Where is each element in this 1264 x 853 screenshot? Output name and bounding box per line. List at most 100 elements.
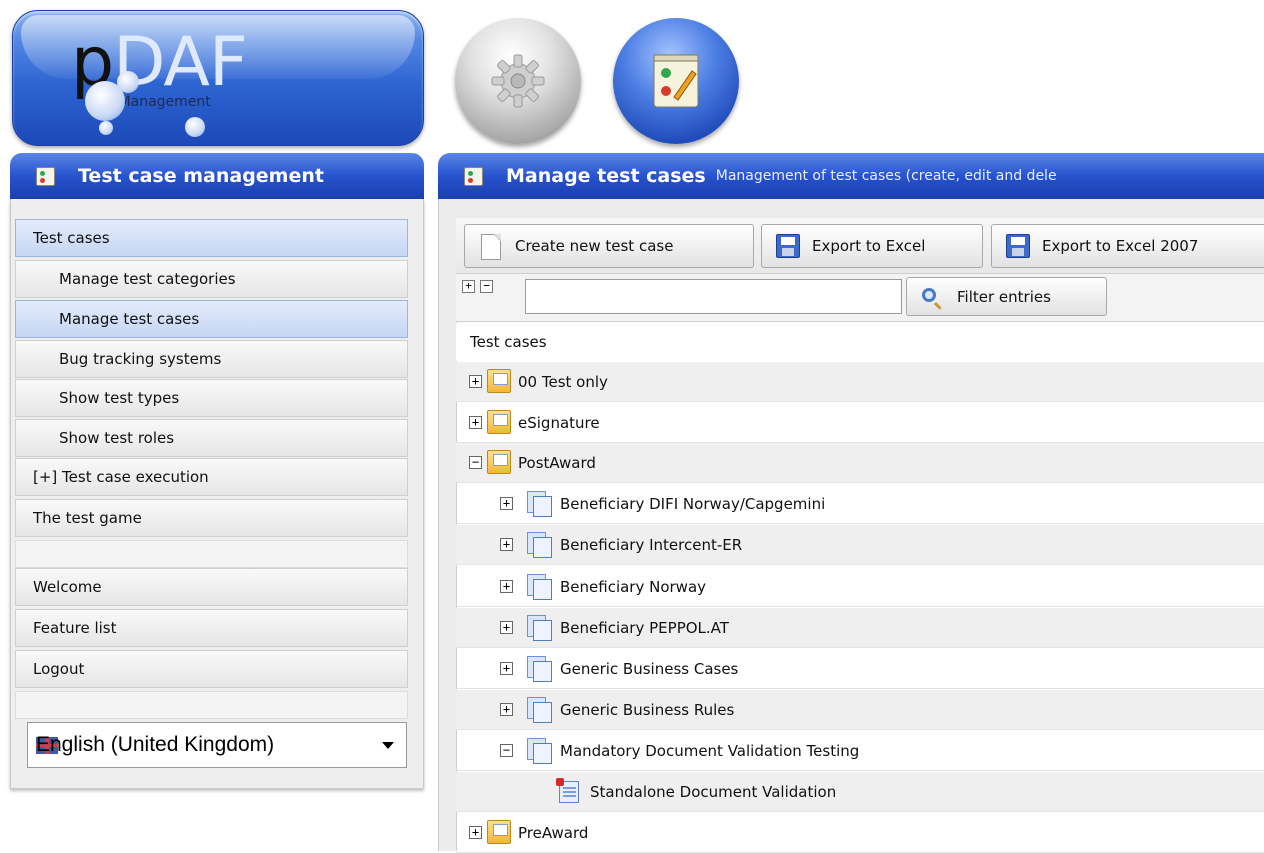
tree-row-standalone-document-validation[interactable]: Standalone Document Validation — [456, 772, 1264, 812]
tree-row-label: Beneficiary PEPPOL.AT — [560, 618, 729, 637]
filter-input[interactable] — [525, 279, 902, 314]
sidebar-item-welcome[interactable]: Welcome — [15, 568, 408, 606]
logo-bubble — [99, 121, 113, 135]
tree-row-beneficiary-norway[interactable]: + Beneficiary Norway — [456, 567, 1264, 607]
checklist-icon — [464, 167, 483, 186]
filter-entries-button[interactable]: Filter entries — [906, 277, 1107, 316]
tree-row-generic-business-cases[interactable]: + Generic Business Cases — [456, 649, 1264, 689]
sidebar-header: Test case management — [10, 153, 424, 199]
expand-icon[interactable]: + — [500, 621, 513, 634]
tree-row-beneficiary-difi[interactable]: + Beneficiary DIFI Norway/Capgemini — [456, 484, 1264, 524]
tree-row-label: PreAward — [518, 823, 589, 842]
tree-row-esignature[interactable]: + eSignature — [456, 403, 1264, 443]
sidebar-item-label: Feature list — [33, 619, 117, 637]
sidebar-item-label: Test cases — [33, 229, 110, 247]
gear-icon — [491, 54, 545, 108]
test-group-icon — [527, 491, 552, 517]
tree-row-label: Generic Business Cases — [560, 659, 739, 678]
sidebar-item-label: [+] Test case execution — [33, 468, 209, 486]
tree-row-label: Mandatory Document Validation Testing — [560, 741, 860, 760]
new-document-icon — [481, 234, 501, 260]
expand-all-button[interactable]: + — [462, 280, 475, 293]
create-test-case-label: Create new test case — [515, 237, 674, 255]
main-header: Manage test cases Management of test cas… — [438, 153, 1264, 199]
tree-column-header: Test cases — [456, 323, 1264, 361]
collapse-all-button[interactable]: − — [480, 280, 493, 293]
sidebar-title: Test case management — [78, 165, 324, 187]
sidebar-item-manage-test-cases[interactable]: Manage test cases — [15, 300, 408, 338]
filter-entries-label: Filter entries — [957, 287, 1051, 306]
sidebar-item-label: Welcome — [33, 578, 102, 596]
expand-icon[interactable]: + — [500, 580, 513, 593]
sidebar-item-manage-test-categories[interactable]: Manage test categories — [15, 260, 408, 298]
sidebar-spacer — [15, 540, 408, 568]
expand-icon[interactable]: + — [469, 375, 482, 388]
expand-icon[interactable]: + — [500, 538, 513, 551]
expand-icon[interactable]: + — [500, 662, 513, 675]
sidebar-spacer — [15, 691, 408, 719]
sidebar-item-label: Bug tracking systems — [59, 350, 222, 368]
expand-icon[interactable]: + — [500, 703, 513, 716]
create-test-case-button[interactable]: Create new test case — [464, 224, 754, 268]
logo-bubble — [117, 71, 139, 93]
tree-row-mandatory-document-validation[interactable]: − Mandatory Document Validation Testing — [456, 731, 1264, 771]
folder-icon — [487, 369, 511, 393]
chevron-down-icon — [382, 742, 394, 749]
test-group-icon — [527, 738, 552, 764]
test-group-icon — [527, 615, 552, 641]
tree-row-label: Generic Business Rules — [560, 700, 735, 719]
tree-row-beneficiary-intercent[interactable]: + Beneficiary Intercent-ER — [456, 525, 1264, 565]
tree-row-label: Beneficiary Norway — [560, 577, 707, 596]
search-icon — [922, 288, 936, 302]
expand-icon[interactable]: + — [469, 416, 482, 429]
collapse-icon[interactable]: − — [500, 744, 513, 757]
sidebar-item-label: The test game — [33, 509, 142, 527]
sidebar-item-bug-tracking-systems[interactable]: Bug tracking systems — [15, 340, 408, 378]
tree-row-postaward[interactable]: − PostAward — [456, 443, 1264, 483]
sidebar-item-label: Manage test categories — [59, 270, 236, 288]
tree-row-label: 00 Test only — [518, 372, 608, 391]
sidebar-item-label: Manage test cases — [59, 310, 200, 328]
sidebar-item-show-test-roles[interactable]: Show test roles — [15, 419, 408, 457]
test-group-icon — [527, 656, 552, 682]
expand-icon[interactable]: + — [469, 826, 482, 839]
collapse-icon[interactable]: − — [469, 456, 482, 469]
sidebar-item-show-test-types[interactable]: Show test types — [15, 379, 408, 417]
sidebar-item-test-case-execution[interactable]: [+] Test case execution — [15, 458, 408, 496]
tree-row-label: PostAward — [518, 453, 596, 472]
expand-icon[interactable]: + — [500, 497, 513, 510]
export-excel-2007-label: Export to Excel 2007 — [1042, 237, 1199, 255]
page-title: Manage test cases — [506, 165, 706, 187]
sidebar-item-label: Show test roles — [59, 429, 175, 447]
test-management-button[interactable] — [613, 18, 739, 144]
folder-icon — [487, 410, 511, 434]
test-group-icon — [527, 574, 552, 600]
checklist-icon — [36, 167, 55, 186]
tree-row-label: Standalone Document Validation — [590, 782, 837, 801]
sidebar-item-test-cases[interactable]: Test cases — [15, 219, 408, 257]
page-subtitle: Management of test cases (create, edit a… — [715, 168, 1057, 184]
export-excel-2007-button[interactable]: Export to Excel 2007 — [991, 224, 1264, 268]
checklist-icon — [653, 54, 699, 108]
save-icon — [1006, 234, 1030, 258]
test-group-icon — [527, 697, 552, 723]
folder-icon — [487, 820, 511, 844]
sidebar-item-test-game[interactable]: The test game — [15, 499, 408, 537]
language-selected: English (United Kingdom) — [36, 733, 275, 756]
folder-icon — [487, 450, 511, 474]
tree-row-label: Beneficiary DIFI Norway/Capgemini — [560, 494, 826, 513]
export-excel-label: Export to Excel — [812, 237, 926, 255]
save-icon — [776, 234, 800, 258]
tree-row-preaward[interactable]: + PreAward — [456, 813, 1264, 853]
sidebar-item-feature-list[interactable]: Feature list — [15, 609, 408, 647]
export-excel-button[interactable]: Export to Excel — [761, 224, 983, 268]
tree-row-00-test-only[interactable]: + 00 Test only — [456, 362, 1264, 402]
sidebar-item-logout[interactable]: Logout — [15, 650, 408, 688]
tree-row-label: eSignature — [518, 413, 600, 432]
app-logo: pDAF TestManagement — [12, 10, 424, 146]
tree-row-generic-business-rules[interactable]: + Generic Business Rules — [456, 690, 1264, 730]
tree-row-beneficiary-peppol[interactable]: + Beneficiary PEPPOL.AT — [456, 608, 1264, 648]
settings-button[interactable] — [455, 18, 581, 144]
language-select[interactable]: English (United Kingdom) — [27, 722, 407, 768]
logo-bubble — [185, 117, 205, 137]
